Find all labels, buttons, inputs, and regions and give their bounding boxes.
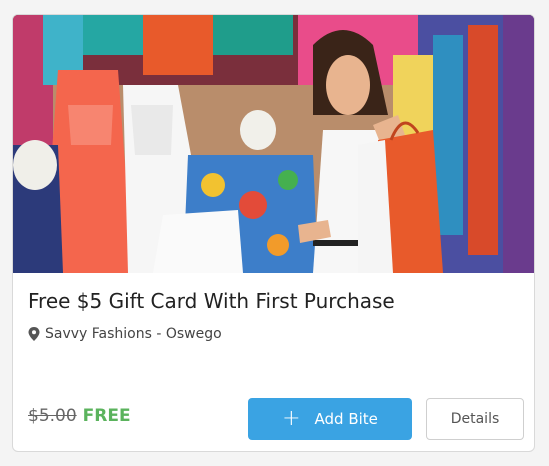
original-price: $5.00 [28, 406, 77, 426]
add-bite-label: Add Bite [314, 410, 378, 428]
offer-photo [13, 15, 534, 273]
details-label: Details [450, 411, 500, 427]
plus-icon: + [282, 406, 301, 431]
location-text: Savvy Fashions - Oswego [45, 326, 222, 342]
price-row: $5.00 FREE [28, 406, 131, 426]
free-price-label: FREE [82, 406, 131, 426]
map-pin-icon [28, 327, 40, 341]
details-button[interactable]: Details [426, 398, 524, 440]
offer-title: Free $5 Gift Card With First Purchase [28, 289, 395, 313]
offer-card[interactable]: Free $5 Gift Card With First Purchase Sa… [12, 14, 535, 452]
offer-location: Savvy Fashions - Oswego [28, 326, 222, 342]
add-bite-button[interactable]: + Add Bite [248, 398, 412, 440]
